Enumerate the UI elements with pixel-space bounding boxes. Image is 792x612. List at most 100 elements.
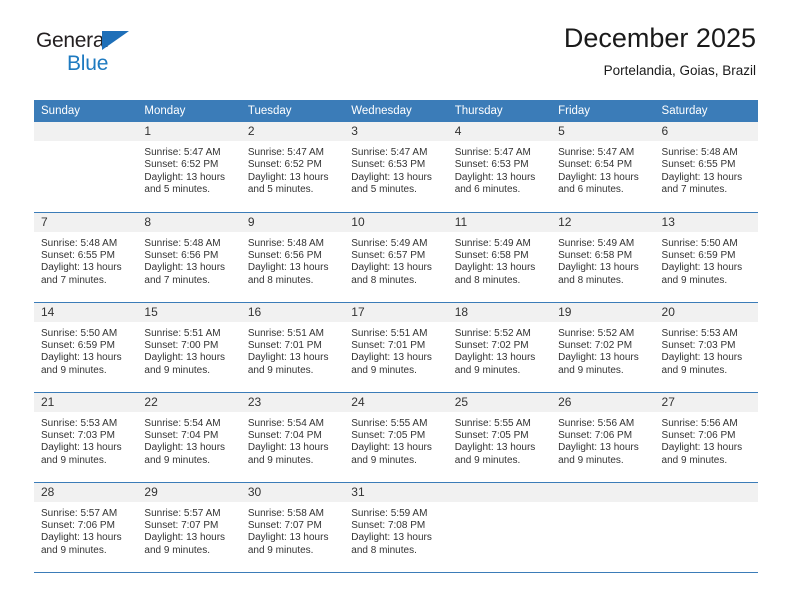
calendar-day-cell[interactable]: 21 Sunrise: 5:53 AM Sunset: 7:03 PM Dayligh… xyxy=(34,392,138,483)
calendar-day-cell[interactable]: 20 Sunrise: 5:53 AM Sunset: 7:03 PM Dayligh… xyxy=(654,302,758,393)
day-detail-line: Sunset: 7:07 PM xyxy=(247,519,322,531)
day-number: 18 xyxy=(447,302,552,322)
calendar-day-cell[interactable]: 31 Sunrise: 5:59 AM Sunset: 7:08 PM Dayligh… xyxy=(344,482,448,573)
calendar-day-cell[interactable]: 10 Sunrise: 5:49 AM Sunset: 6:57 PM Dayligh… xyxy=(344,212,448,303)
calendar-day-cell[interactable]: 4 Sunrise: 5:47 AM Sunset: 6:53 PM Daylight… xyxy=(447,122,552,213)
day-detail-line: Sunrise: 5:54 AM xyxy=(247,417,324,429)
day-detail-line: Daylight: 13 hours xyxy=(144,171,226,183)
day-detail-line: Sunset: 6:56 PM xyxy=(144,249,219,261)
day-number: 28 xyxy=(34,482,138,502)
calendar-day-cell[interactable]: 1 Sunrise: 5:47 AM Sunset: 6:52 PM Daylight… xyxy=(137,122,241,213)
calendar-day-cell[interactable]: 16 Sunrise: 5:51 AM Sunset: 7:01 PM Dayligh… xyxy=(240,302,345,393)
day-detail-line: and 9 minutes. xyxy=(661,364,728,376)
day-detail-line: Sunset: 7:06 PM xyxy=(558,429,633,441)
day-detail-line: Daylight: 13 hours xyxy=(661,442,743,454)
calendar-day-cell[interactable]: 11 Sunrise: 5:49 AM Sunset: 6:58 PM Dayligh… xyxy=(447,212,552,303)
day-detail-line: Daylight: 13 hours xyxy=(144,352,226,364)
day-detail-line: Daylight: 13 hours xyxy=(247,171,329,183)
calendar-day-cell[interactable]: 18 Sunrise: 5:52 AM Sunset: 7:02 PM Dayligh… xyxy=(447,302,552,393)
day-details: Sunrise: 5:54 AM Sunset: 7:04 PM Daylight:… xyxy=(241,412,344,468)
day-detail-line: Sunset: 6:52 PM xyxy=(144,159,219,171)
day-detail-line: and 9 minutes. xyxy=(41,364,107,376)
day-detail-line: Sunset: 7:02 PM xyxy=(558,339,633,351)
day-detail-line: and 9 minutes. xyxy=(144,454,211,466)
calendar-day-cell[interactable]: 8 Sunrise: 5:48 AM Sunset: 6:56 PM Daylight… xyxy=(137,212,241,303)
calendar-day-cell[interactable]: 9 Sunrise: 5:48 AM Sunset: 6:56 PM Daylight… xyxy=(240,212,345,303)
day-details: Sunrise: 5:49 AM Sunset: 6:58 PM Daylight:… xyxy=(448,232,551,288)
day-detail-line: Sunset: 6:54 PM xyxy=(558,159,633,171)
day-detail-line: and 7 minutes. xyxy=(661,184,728,196)
calendar-day-cell[interactable]: 15 Sunrise: 5:51 AM Sunset: 7:00 PM Dayligh… xyxy=(137,302,241,393)
weekday-header-monday: Monday xyxy=(137,100,241,122)
day-detail-line: and 6 minutes. xyxy=(558,184,624,196)
page-header: General Blue December 2025 Portelandia, … xyxy=(0,0,792,100)
day-number: 23 xyxy=(240,392,345,412)
calendar-day-cell[interactable]: 12 Sunrise: 5:49 AM Sunset: 6:58 PM Dayligh… xyxy=(551,212,655,303)
calendar-day-cell[interactable]: 19 Sunrise: 5:52 AM Sunset: 7:02 PM Dayligh… xyxy=(551,302,655,393)
day-detail-line: Sunset: 7:01 PM xyxy=(247,339,322,351)
day-detail-line: Sunrise: 5:55 AM xyxy=(351,417,428,429)
weekday-header-thursday: Thursday xyxy=(447,100,552,122)
day-detail-line: Sunrise: 5:55 AM xyxy=(454,417,531,429)
calendar-day-cell[interactable]: 30 Sunrise: 5:58 AM Sunset: 7:07 PM Dayligh… xyxy=(240,482,345,573)
day-number: 11 xyxy=(447,212,552,232)
day-details: Sunrise: 5:55 AM Sunset: 7:05 PM Daylight:… xyxy=(448,412,551,468)
calendar-week-row: 14 Sunrise: 5:50 AM Sunset: 6:59 PM Dayligh… xyxy=(34,302,758,393)
day-detail-line: Daylight: 13 hours xyxy=(661,352,743,364)
day-detail-line: Sunset: 7:05 PM xyxy=(454,429,529,441)
day-detail-line: Daylight: 13 hours xyxy=(41,262,122,274)
day-number xyxy=(34,122,138,141)
day-number: 8 xyxy=(137,212,241,232)
day-detail-line: Sunrise: 5:52 AM xyxy=(454,327,531,339)
day-detail-line: Sunset: 6:57 PM xyxy=(351,249,426,261)
day-number: 4 xyxy=(447,122,552,141)
calendar-day-cell[interactable]: 5 Sunrise: 5:47 AM Sunset: 6:54 PM Daylight… xyxy=(551,122,655,213)
day-detail-line: Sunrise: 5:47 AM xyxy=(144,147,221,158)
calendar-day-cell[interactable]: 13 Sunrise: 5:50 AM Sunset: 6:59 PM Dayligh… xyxy=(654,212,758,303)
day-detail-line: Daylight: 13 hours xyxy=(144,532,226,544)
calendar-day-cell[interactable]: 2 Sunrise: 5:47 AM Sunset: 6:52 PM Daylight… xyxy=(240,122,345,213)
day-detail-line: Sunset: 7:03 PM xyxy=(41,429,115,441)
day-detail-line: Daylight: 13 hours xyxy=(558,262,639,274)
brand-logo[interactable]: General Blue xyxy=(36,22,146,74)
day-detail-line: Sunset: 6:59 PM xyxy=(661,249,736,261)
day-detail-line: Sunrise: 5:51 AM xyxy=(144,327,221,339)
calendar-day-cell[interactable]: 26 Sunrise: 5:56 AM Sunset: 7:06 PM Dayligh… xyxy=(551,392,655,483)
day-details: Sunrise: 5:56 AM Sunset: 7:06 PM Daylight:… xyxy=(551,412,654,468)
day-detail-line: and 8 minutes. xyxy=(558,274,624,286)
calendar-day-cell[interactable]: 29 Sunrise: 5:57 AM Sunset: 7:07 PM Dayligh… xyxy=(137,482,241,573)
calendar-day-cell[interactable]: 22 Sunrise: 5:54 AM Sunset: 7:04 PM Dayligh… xyxy=(137,392,241,483)
calendar-day-cell[interactable]: 28 Sunrise: 5:57 AM Sunset: 7:06 PM Dayligh… xyxy=(34,482,138,573)
calendar-day-cell[interactable]: 24 Sunrise: 5:55 AM Sunset: 7:05 PM Dayligh… xyxy=(344,392,448,483)
day-detail-line: Sunrise: 5:48 AM xyxy=(661,147,738,158)
calendar-empty-cell xyxy=(551,482,655,573)
day-detail-line: Sunrise: 5:48 AM xyxy=(144,237,221,249)
day-detail-line: and 9 minutes. xyxy=(454,364,521,376)
calendar-day-cell[interactable]: 14 Sunrise: 5:50 AM Sunset: 6:59 PM Dayligh… xyxy=(34,302,138,393)
day-detail-line: Sunrise: 5:47 AM xyxy=(558,147,635,158)
calendar-day-cell[interactable]: 7 Sunrise: 5:48 AM Sunset: 6:55 PM Daylight… xyxy=(34,212,138,303)
day-number: 17 xyxy=(344,302,448,322)
day-detail-line: and 8 minutes. xyxy=(351,544,417,556)
day-detail-line: Daylight: 13 hours xyxy=(351,442,432,454)
calendar-day-cell[interactable]: 25 Sunrise: 5:55 AM Sunset: 7:05 PM Dayligh… xyxy=(447,392,552,483)
calendar-page: General Blue December 2025 Portelandia, … xyxy=(0,0,792,612)
day-number xyxy=(654,482,758,502)
day-details: Sunrise: 5:47 AM Sunset: 6:52 PM Daylight:… xyxy=(137,141,240,197)
day-detail-line: Sunset: 7:02 PM xyxy=(454,339,529,351)
day-detail-line: Daylight: 13 hours xyxy=(351,171,432,183)
calendar-day-cell[interactable]: 6 Sunrise: 5:48 AM Sunset: 6:55 PM Daylight… xyxy=(654,122,758,213)
day-details: Sunrise: 5:47 AM Sunset: 6:54 PM Daylight:… xyxy=(551,141,654,197)
day-detail-line: Daylight: 13 hours xyxy=(247,352,329,364)
calendar-day-cell[interactable]: 27 Sunrise: 5:56 AM Sunset: 7:06 PM Dayligh… xyxy=(654,392,758,483)
day-detail-line: Sunrise: 5:51 AM xyxy=(351,327,428,339)
day-details: Sunrise: 5:51 AM Sunset: 7:01 PM Daylight:… xyxy=(344,322,447,378)
day-detail-line: Sunrise: 5:47 AM xyxy=(247,147,324,158)
calendar-day-cell[interactable]: 23 Sunrise: 5:54 AM Sunset: 7:04 PM Dayligh… xyxy=(240,392,345,483)
calendar-day-cell[interactable]: 3 Sunrise: 5:47 AM Sunset: 6:53 PM Daylight… xyxy=(344,122,448,213)
day-details: Sunrise: 5:53 AM Sunset: 7:03 PM Daylight:… xyxy=(655,322,758,378)
calendar-day-cell[interactable]: 17 Sunrise: 5:51 AM Sunset: 7:01 PM Dayligh… xyxy=(344,302,448,393)
day-detail-line: Daylight: 13 hours xyxy=(247,532,329,544)
weekday-header-wednesday: Wednesday xyxy=(344,100,448,122)
day-detail-line: and 9 minutes. xyxy=(661,454,728,466)
